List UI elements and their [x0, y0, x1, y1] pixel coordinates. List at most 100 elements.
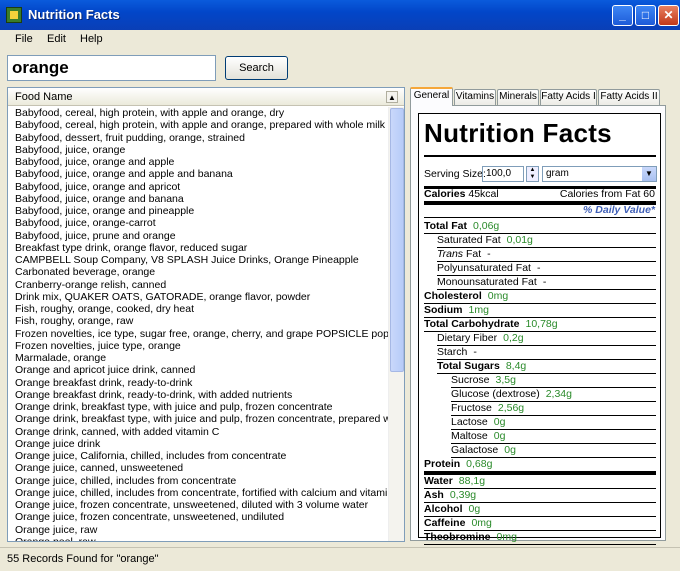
list-item[interactable]: Orange breakfast drink, ready-to-drink, … — [8, 389, 388, 401]
status-text: 55 Records Found for "orange" — [7, 553, 159, 565]
list-item[interactable]: Babyfood, juice, orange and apricot — [8, 181, 388, 193]
chevron-down-icon[interactable]: ▼ — [642, 167, 656, 181]
list-item[interactable]: Breakfast type drink, orange flavor, red… — [8, 242, 388, 254]
nutrient-value: 0,68g — [466, 458, 493, 470]
list-item[interactable]: Orange juice, California, chilled, inclu… — [8, 450, 388, 462]
list-item[interactable]: Orange juice, frozen concentrate, unswee… — [8, 511, 388, 523]
calories-label: Calories — [424, 188, 466, 200]
list-item[interactable]: Orange juice, frozen concentrate, unswee… — [8, 499, 388, 511]
scrollbar-thumb[interactable] — [390, 108, 404, 372]
menu-edit[interactable]: Edit — [47, 33, 66, 45]
nutrient-maltose: Maltose 0g — [451, 430, 505, 442]
list-item[interactable]: Babyfood, juice, prune and orange — [8, 230, 388, 242]
list-item[interactable]: CAMPBELL Soup Company, V8 SPLASH Juice D… — [8, 254, 388, 266]
search-button[interactable]: Search — [225, 56, 288, 80]
serving-spinner[interactable]: ▲ ▼ — [526, 166, 539, 182]
nutrient-value: 8,4g — [505, 360, 527, 372]
nutrient-value: 88,1g — [458, 475, 486, 487]
list-item[interactable]: Orange juice, chilled, includes from con… — [8, 487, 388, 499]
nutrient-value: 0,2g — [503, 332, 524, 344]
list-item[interactable]: Drink mix, QUAKER OATS, GATORADE, orange… — [8, 291, 388, 303]
list-item[interactable]: Frozen novelties, juice type, orange — [8, 340, 388, 352]
list-item[interactable]: Babyfood, juice, orange and banana — [8, 193, 388, 205]
nutrient-label: Water — [424, 475, 453, 487]
nutrient-label: Sodium — [424, 304, 463, 316]
status-bar: 55 Records Found for "orange" — [0, 547, 680, 571]
calories-value: 45kcal — [468, 188, 499, 200]
nutrient-sat-fat: Saturated Fat 0,01g — [437, 234, 533, 246]
tab-vitamins[interactable]: Vitamins — [454, 89, 496, 105]
nutrient-label: Protein — [424, 458, 461, 470]
maximize-button[interactable]: □ — [635, 5, 656, 26]
menu-file[interactable]: File — [15, 33, 33, 45]
nutrient-label: Caffeine — [424, 517, 466, 529]
list-header[interactable]: Food Name ▲ — [8, 88, 404, 106]
list-item[interactable]: Babyfood, juice, orange and apple and ba… — [8, 168, 388, 180]
list-item[interactable]: Orange breakfast drink, ready-to-drink — [8, 377, 388, 389]
nutrient-label: Fructose — [451, 402, 492, 414]
nutrient-glucose: Glucose (dextrose) 2,34g — [451, 388, 572, 400]
divider — [424, 544, 656, 545]
tab-general[interactable]: General — [410, 87, 453, 106]
list-item[interactable]: Orange juice, raw — [8, 524, 388, 536]
minimize-button[interactable]: _ — [612, 5, 633, 26]
tab-minerals[interactable]: Minerals — [497, 89, 539, 105]
list-item[interactable]: Orange drink, canned, with added vitamin… — [8, 426, 388, 438]
list-item[interactable]: Babyfood, dessert, fruit pudding, orange… — [8, 132, 388, 144]
list-item[interactable]: Fish, roughy, orange, raw — [8, 315, 388, 327]
nutrient-theobromine: Theobromine 0mg — [424, 531, 517, 543]
chevron-up-icon[interactable]: ▲ — [386, 91, 398, 103]
window-title: Nutrition Facts — [28, 7, 120, 22]
serving-size-input[interactable]: 100,0 — [482, 166, 524, 182]
list-item[interactable]: Orange drink, breakfast type, with juice… — [8, 401, 388, 413]
list-item[interactable]: Orange juice, canned, unsweetened — [8, 462, 388, 474]
list-item[interactable]: Babyfood, juice, orange and pineapple — [8, 205, 388, 217]
list-item[interactable]: Orange and apricot juice drink, canned — [8, 364, 388, 376]
nutrient-ash: Ash 0,39g — [424, 489, 476, 501]
list-item[interactable]: Fish, roughy, orange, cooked, dry heat — [8, 303, 388, 315]
nutrient-value: 0,01g — [506, 234, 533, 246]
nutrient-trans-fat: Trans Fat - — [437, 248, 491, 260]
menu-help[interactable]: Help — [80, 33, 103, 45]
nutrient-label: Maltose — [451, 430, 488, 442]
nutrient-label: Lactose — [451, 416, 488, 428]
vertical-scrollbar[interactable] — [388, 107, 404, 541]
tab-fatty-acids-1[interactable]: Fatty Acids I — [540, 89, 597, 105]
list-item[interactable]: Orange drink, breakfast type, with juice… — [8, 413, 388, 425]
search-input[interactable] — [7, 55, 216, 81]
list-item[interactable]: Frozen novelties, ice type, sugar free, … — [8, 328, 388, 340]
list-item[interactable]: Marmalade, orange — [8, 352, 388, 364]
list-item[interactable]: Babyfood, cereal, high protein, with app… — [8, 119, 388, 131]
list-item[interactable]: Babyfood, juice, orange and apple — [8, 156, 388, 168]
nutrient-label: Fat — [463, 248, 482, 260]
nutrient-value: 0mg — [487, 290, 509, 302]
nutrition-title: Nutrition Facts — [424, 118, 612, 148]
column-header-food-name[interactable]: Food Name — [15, 91, 72, 103]
nutrient-fiber: Dietary Fiber 0,2g — [437, 332, 524, 344]
tab-fatty-acids-2[interactable]: Fatty Acids II — [598, 89, 660, 105]
list-item[interactable]: Carbonated beverage, orange — [8, 266, 388, 278]
menu-bar: File Edit Help — [0, 30, 680, 50]
nutrient-label: Theobromine — [424, 531, 491, 543]
list-item[interactable]: Babyfood, cereal, high protein, with app… — [8, 107, 388, 119]
nutrient-label: Sucrose — [451, 374, 490, 386]
nutrient-label: Starch — [437, 346, 468, 358]
unit-value: gram — [546, 168, 569, 179]
nutrient-value: 0g — [468, 503, 481, 515]
list-item[interactable]: Babyfood, juice, orange-carrot — [8, 217, 388, 229]
nutrient-carb: Total Carbohydrate 10,78g — [424, 318, 558, 330]
list-item[interactable]: Orange juice drink — [8, 438, 388, 450]
nutrient-sugars: Total Sugars 8,4g — [437, 360, 526, 372]
nutrient-value: - — [473, 346, 477, 358]
nutrient-protein: Protein 0,68g — [424, 458, 492, 470]
list-item[interactable]: Orange juice, chilled, includes from con… — [8, 475, 388, 487]
list-item[interactable]: Orange peel, raw — [8, 536, 388, 541]
serving-label: Serving Size: — [424, 168, 486, 180]
nutrient-value: 0mg — [471, 517, 492, 529]
list-item[interactable]: Cranberry-orange relish, canned — [8, 279, 388, 291]
list-item[interactable]: Babyfood, juice, orange — [8, 144, 388, 156]
nutrient-label: Dietary Fiber — [437, 332, 498, 344]
nutrient-water: Water 88,1g — [424, 475, 485, 487]
unit-select[interactable]: gram ▼ — [542, 166, 657, 182]
close-button[interactable]: ✕ — [658, 5, 679, 26]
